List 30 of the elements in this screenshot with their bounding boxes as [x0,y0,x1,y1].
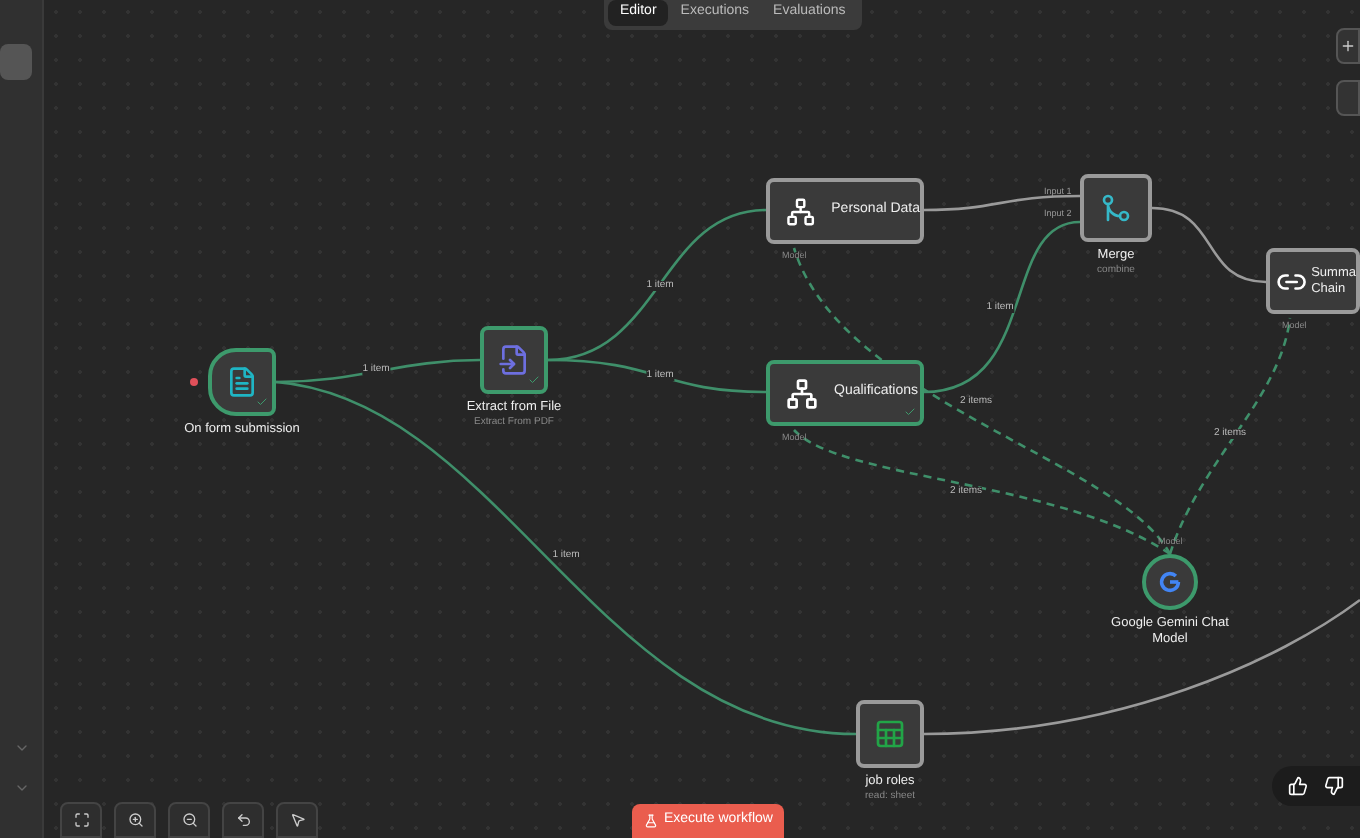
success-check-icon [528,374,540,386]
add-node-button[interactable] [1336,28,1360,64]
merge-icon [1100,192,1132,224]
zoom-out-icon [181,812,197,828]
zoom-out-button[interactable] [168,802,210,838]
plus-icon [1340,38,1356,54]
fit-view-button[interactable] [60,802,102,838]
undo-button[interactable] [222,802,264,838]
zoom-in-button[interactable] [114,802,156,838]
workflow-node[interactable] [480,326,548,394]
file-icon [498,344,530,376]
cursor-icon [289,812,305,828]
success-check-icon [256,396,268,408]
hierarchy-icon [786,195,816,227]
select-tool-button[interactable] [276,802,318,838]
hierarchy-icon [786,377,818,409]
zoom-in-icon [127,812,143,828]
form-icon [226,366,258,398]
workflow-node[interactable] [208,348,276,416]
workflow-node[interactable] [856,700,924,768]
workflow-node[interactable] [1142,554,1198,610]
success-check-icon [904,406,916,418]
thumbs-down-icon[interactable] [1324,776,1344,796]
undo-icon [235,812,251,828]
thumbs-up-icon[interactable] [1288,776,1308,796]
flask-icon [644,814,658,828]
expand-icon [73,812,89,828]
workflow-node[interactable] [1080,174,1152,242]
g-logo-icon [1158,570,1182,594]
spreadsheet-icon [874,718,906,750]
